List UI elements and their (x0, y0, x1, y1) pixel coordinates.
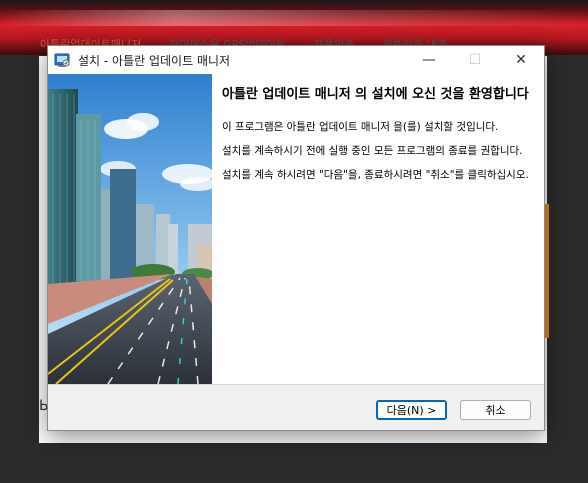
wizard-content: 아틀란 업데이트 매니저 의 설치에 오신 것을 환영합니다 이 프로그램은 아… (48, 74, 544, 384)
button-bar: 다음(N) > 취소 (48, 385, 544, 430)
recommend-paragraph: 설치를 계속하시기 전에 실행 중인 모든 프로그램의 종료를 권합니다. (222, 145, 523, 157)
installer-window: 설치 - 아틀란 업데이트 매니저 — ☐ ✕ 아틀란 업데이트 매니저 의 설… (47, 45, 545, 431)
next-button[interactable]: 다음(N) > (376, 400, 447, 420)
instruction-paragraph: 설치를 계속 하시려면 "다음"을, 종료하시려면 "취소"를 클릭하십시오. (222, 169, 529, 181)
window-title: 설치 - 아틀란 업데이트 매니저 (78, 53, 231, 68)
maximize-icon: ☐ (468, 52, 482, 68)
welcome-text-panel: 아틀란 업데이트 매니저 의 설치에 오신 것을 환영합니다 이 프로그램은 아… (222, 86, 530, 192)
banner-stripe (0, 10, 588, 26)
cancel-button[interactable]: 취소 (460, 400, 531, 420)
welcome-title: 아틀란 업데이트 매니저 의 설치에 오신 것을 환영합니다 (222, 87, 529, 102)
title-bar[interactable]: 설치 - 아틀란 업데이트 매니저 — ☐ ✕ (48, 46, 544, 74)
close-icon[interactable]: ✕ (498, 46, 544, 74)
installer-icon (54, 52, 70, 68)
minimize-icon[interactable]: — (406, 46, 452, 74)
wizard-side-image (48, 74, 212, 384)
description-paragraph: 이 프로그램은 아틀란 업데이트 매니저 을(를) 설치할 것입니다. (222, 121, 499, 133)
city-road-illustration (48, 74, 212, 384)
